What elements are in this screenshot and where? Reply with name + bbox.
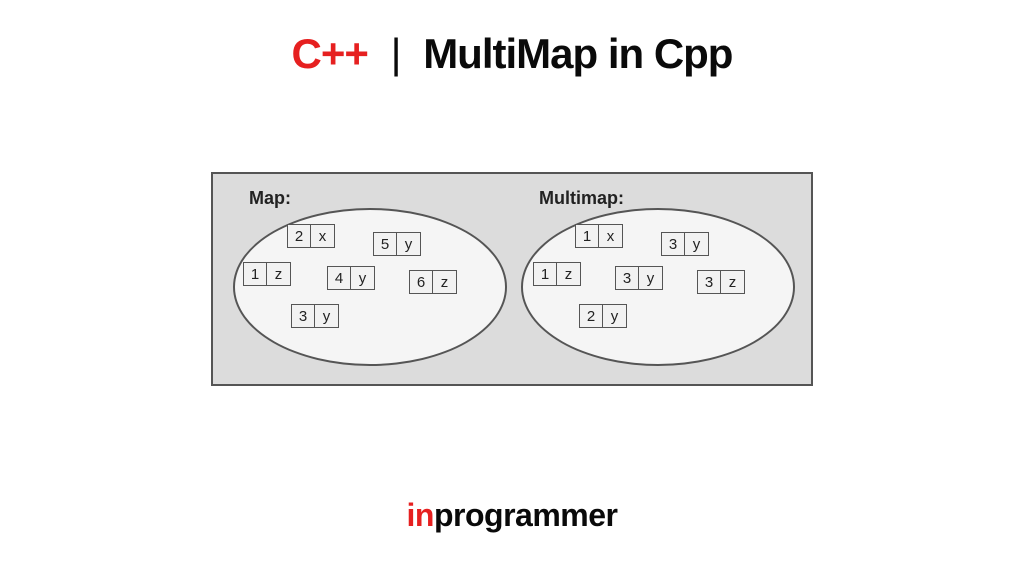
pair-key: 6 — [409, 270, 433, 294]
map-pair-3: 4y — [327, 266, 375, 290]
pair-value: z — [267, 262, 291, 286]
multimap-label: Multimap: — [539, 188, 624, 209]
pair-value: x — [311, 224, 335, 248]
map-label: Map: — [249, 188, 291, 209]
pair-key: 2 — [287, 224, 311, 248]
map-pair-2: 1z — [243, 262, 291, 286]
pair-key: 2 — [579, 304, 603, 328]
pair-value: y — [351, 266, 375, 290]
pair-key: 1 — [575, 224, 599, 248]
diagram-frame: Map: Multimap: 2x5y1z4y6z3y1x3y1z3y3z2y — [211, 172, 813, 386]
multimap-pair-1: 3y — [661, 232, 709, 256]
pair-value: z — [721, 270, 745, 294]
pair-value: y — [603, 304, 627, 328]
page-title: C++ | MultiMap in Cpp — [0, 30, 1024, 78]
map-pair-0: 2x — [287, 224, 335, 248]
brand-prefix: in — [407, 497, 434, 533]
multimap-pair-4: 3z — [697, 270, 745, 294]
pair-key: 3 — [291, 304, 315, 328]
brand-logo: inprogrammer — [0, 497, 1024, 534]
title-separator: | — [391, 30, 401, 77]
multimap-pair-3: 3y — [615, 266, 663, 290]
pair-value: y — [397, 232, 421, 256]
pair-key: 4 — [327, 266, 351, 290]
title-language: C++ — [292, 30, 368, 77]
pair-value: y — [639, 266, 663, 290]
pair-value: y — [685, 232, 709, 256]
pair-value: z — [433, 270, 457, 294]
pair-key: 5 — [373, 232, 397, 256]
pair-key: 3 — [615, 266, 639, 290]
map-pair-1: 5y — [373, 232, 421, 256]
title-text: MultiMap in Cpp — [423, 30, 732, 77]
pair-key: 3 — [661, 232, 685, 256]
pair-key: 1 — [243, 262, 267, 286]
pair-value: x — [599, 224, 623, 248]
pair-key: 3 — [697, 270, 721, 294]
map-pair-5: 3y — [291, 304, 339, 328]
brand-rest: programmer — [434, 497, 618, 533]
multimap-pair-2: 1z — [533, 262, 581, 286]
multimap-pair-5: 2y — [579, 304, 627, 328]
map-pair-4: 6z — [409, 270, 457, 294]
pair-value: z — [557, 262, 581, 286]
multimap-pair-0: 1x — [575, 224, 623, 248]
pair-key: 1 — [533, 262, 557, 286]
pair-value: y — [315, 304, 339, 328]
